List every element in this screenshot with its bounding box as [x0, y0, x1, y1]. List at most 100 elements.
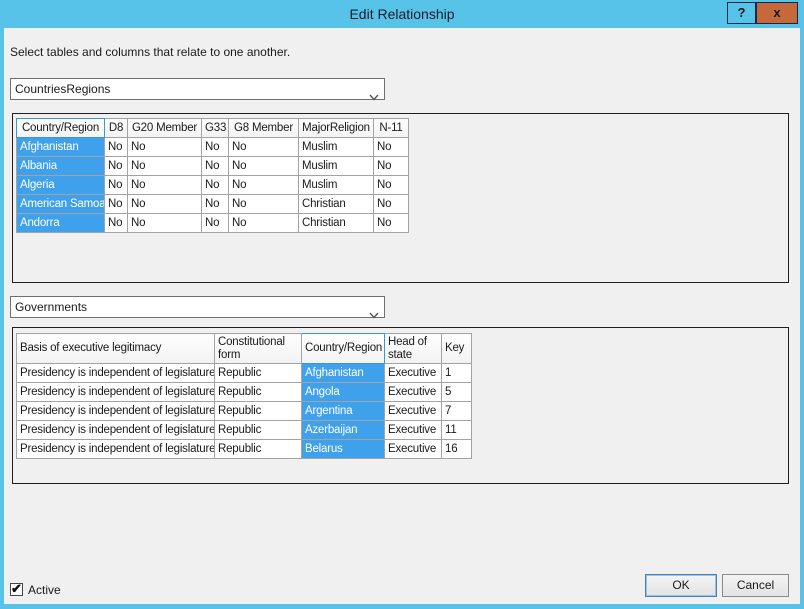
- table-cell[interactable]: No: [105, 157, 128, 176]
- column-header[interactable]: Country/Region: [17, 119, 105, 138]
- table-row: AlbaniaNoNoNoNoMuslimNo: [17, 157, 409, 176]
- table-cell[interactable]: No: [229, 138, 299, 157]
- lower-data-grid[interactable]: Basis of executive legitimacyConstitutio…: [16, 333, 472, 459]
- table-cell[interactable]: Muslim: [299, 138, 374, 157]
- table-cell[interactable]: Republic: [215, 383, 302, 402]
- table-cell[interactable]: Argentina: [302, 402, 385, 421]
- table-cell[interactable]: No: [128, 214, 202, 233]
- table-cell[interactable]: Presidency is independent of legislature: [17, 440, 215, 459]
- column-header[interactable]: Basis of executive legitimacy: [17, 334, 215, 364]
- table-cell[interactable]: No: [105, 138, 128, 157]
- table-cell[interactable]: Belarus: [302, 440, 385, 459]
- table-cell[interactable]: 7: [442, 402, 472, 421]
- table-cell[interactable]: No: [374, 176, 409, 195]
- table-row: Presidency is independent of legislature…: [17, 440, 472, 459]
- edit-relationship-dialog: Edit Relationship ? x Select tables and …: [0, 0, 804, 609]
- table-cell[interactable]: Republic: [215, 402, 302, 421]
- table-cell[interactable]: Presidency is independent of legislature: [17, 383, 215, 402]
- table-cell[interactable]: No: [374, 138, 409, 157]
- dialog-body: Select tables and columns that relate to…: [4, 28, 800, 604]
- table-cell[interactable]: Executive: [385, 364, 442, 383]
- table-cell[interactable]: Afghanistan: [17, 138, 105, 157]
- table-cell[interactable]: Christian: [299, 214, 374, 233]
- table-cell[interactable]: 11: [442, 421, 472, 440]
- column-header[interactable]: Head of state: [385, 334, 442, 364]
- table-cell[interactable]: No: [229, 214, 299, 233]
- table-cell[interactable]: No: [229, 195, 299, 214]
- table-cell[interactable]: Presidency is independent of legislature: [17, 402, 215, 421]
- table-cell[interactable]: No: [105, 176, 128, 195]
- table-cell[interactable]: No: [202, 138, 229, 157]
- table-cell[interactable]: No: [229, 157, 299, 176]
- column-header[interactable]: G33: [202, 119, 229, 138]
- table-cell[interactable]: Presidency is independent of legislature: [17, 364, 215, 383]
- table-cell[interactable]: American Samoa: [17, 195, 105, 214]
- active-checkbox[interactable]: ✔: [10, 583, 23, 596]
- upper-data-grid[interactable]: Country/RegionD8G20 MemberG33G8 MemberMa…: [16, 118, 409, 233]
- chevron-down-icon: [369, 305, 379, 312]
- table-cell[interactable]: Angola: [302, 383, 385, 402]
- table-cell[interactable]: No: [374, 157, 409, 176]
- table-cell[interactable]: No: [202, 195, 229, 214]
- table-cell[interactable]: No: [374, 195, 409, 214]
- table-cell[interactable]: No: [229, 176, 299, 195]
- table-row: American SamoaNoNoNoNoChristianNo: [17, 195, 409, 214]
- dialog-title: Edit Relationship: [0, 0, 804, 28]
- active-checkbox-row: ✔ Active: [10, 582, 61, 597]
- table-cell[interactable]: No: [202, 157, 229, 176]
- table-cell[interactable]: Republic: [215, 440, 302, 459]
- column-header[interactable]: G20 Member: [128, 119, 202, 138]
- table-row: Presidency is independent of legislature…: [17, 383, 472, 402]
- header-row: Basis of executive legitimacyConstitutio…: [17, 334, 472, 364]
- cancel-button[interactable]: Cancel: [722, 574, 789, 597]
- table-cell[interactable]: Azerbaijan: [302, 421, 385, 440]
- help-button[interactable]: ?: [727, 2, 756, 24]
- table-cell[interactable]: No: [128, 138, 202, 157]
- column-header[interactable]: MajorReligion: [299, 119, 374, 138]
- table-cell[interactable]: 1: [442, 364, 472, 383]
- chevron-down-icon: [369, 87, 379, 94]
- column-header[interactable]: Constitutional form: [215, 334, 302, 364]
- table-cell[interactable]: 16: [442, 440, 472, 459]
- table-cell[interactable]: Muslim: [299, 157, 374, 176]
- table-cell[interactable]: Executive: [385, 383, 442, 402]
- table-cell[interactable]: Albania: [17, 157, 105, 176]
- table-cell[interactable]: No: [374, 214, 409, 233]
- table-cell[interactable]: Presidency is independent of legislature: [17, 421, 215, 440]
- table-cell[interactable]: No: [105, 195, 128, 214]
- table-cell[interactable]: Algeria: [17, 176, 105, 195]
- table-row: AlgeriaNoNoNoNoMuslimNo: [17, 176, 409, 195]
- column-header[interactable]: N-11: [374, 119, 409, 138]
- table-cell[interactable]: Executive: [385, 421, 442, 440]
- column-header[interactable]: Key: [442, 334, 472, 364]
- upper-table-selector-dropdown[interactable]: CountriesRegions: [10, 78, 385, 100]
- table-cell[interactable]: Afghanistan: [302, 364, 385, 383]
- checkmark-icon: ✔: [11, 581, 22, 597]
- table-cell[interactable]: Andorra: [17, 214, 105, 233]
- lower-table-selector-dropdown[interactable]: Governments: [10, 296, 385, 318]
- table-cell[interactable]: Executive: [385, 440, 442, 459]
- table-cell[interactable]: Executive: [385, 402, 442, 421]
- column-header[interactable]: G8 Member: [229, 119, 299, 138]
- table-cell[interactable]: No: [128, 176, 202, 195]
- table-cell[interactable]: No: [105, 214, 128, 233]
- table-cell[interactable]: No: [202, 176, 229, 195]
- table-cell[interactable]: Muslim: [299, 176, 374, 195]
- table-cell[interactable]: Republic: [215, 421, 302, 440]
- table-cell[interactable]: No: [128, 195, 202, 214]
- table-cell[interactable]: Republic: [215, 364, 302, 383]
- ok-button[interactable]: OK: [645, 574, 717, 597]
- table-cell[interactable]: Christian: [299, 195, 374, 214]
- upper-table-panel: Country/RegionD8G20 MemberG33G8 MemberMa…: [12, 113, 789, 283]
- table-row: Presidency is independent of legislature…: [17, 402, 472, 421]
- table-cell[interactable]: 5: [442, 383, 472, 402]
- table-row: Presidency is independent of legislature…: [17, 421, 472, 440]
- column-header[interactable]: D8: [105, 119, 128, 138]
- column-header[interactable]: Country/Region: [302, 334, 385, 364]
- title-bar: Edit Relationship: [0, 0, 804, 28]
- lower-table-panel: Basis of executive legitimacyConstitutio…: [12, 327, 789, 484]
- table-cell[interactable]: No: [128, 157, 202, 176]
- lower-table-selector-value: Governments: [15, 300, 87, 314]
- close-button[interactable]: x: [756, 2, 798, 24]
- table-cell[interactable]: No: [202, 214, 229, 233]
